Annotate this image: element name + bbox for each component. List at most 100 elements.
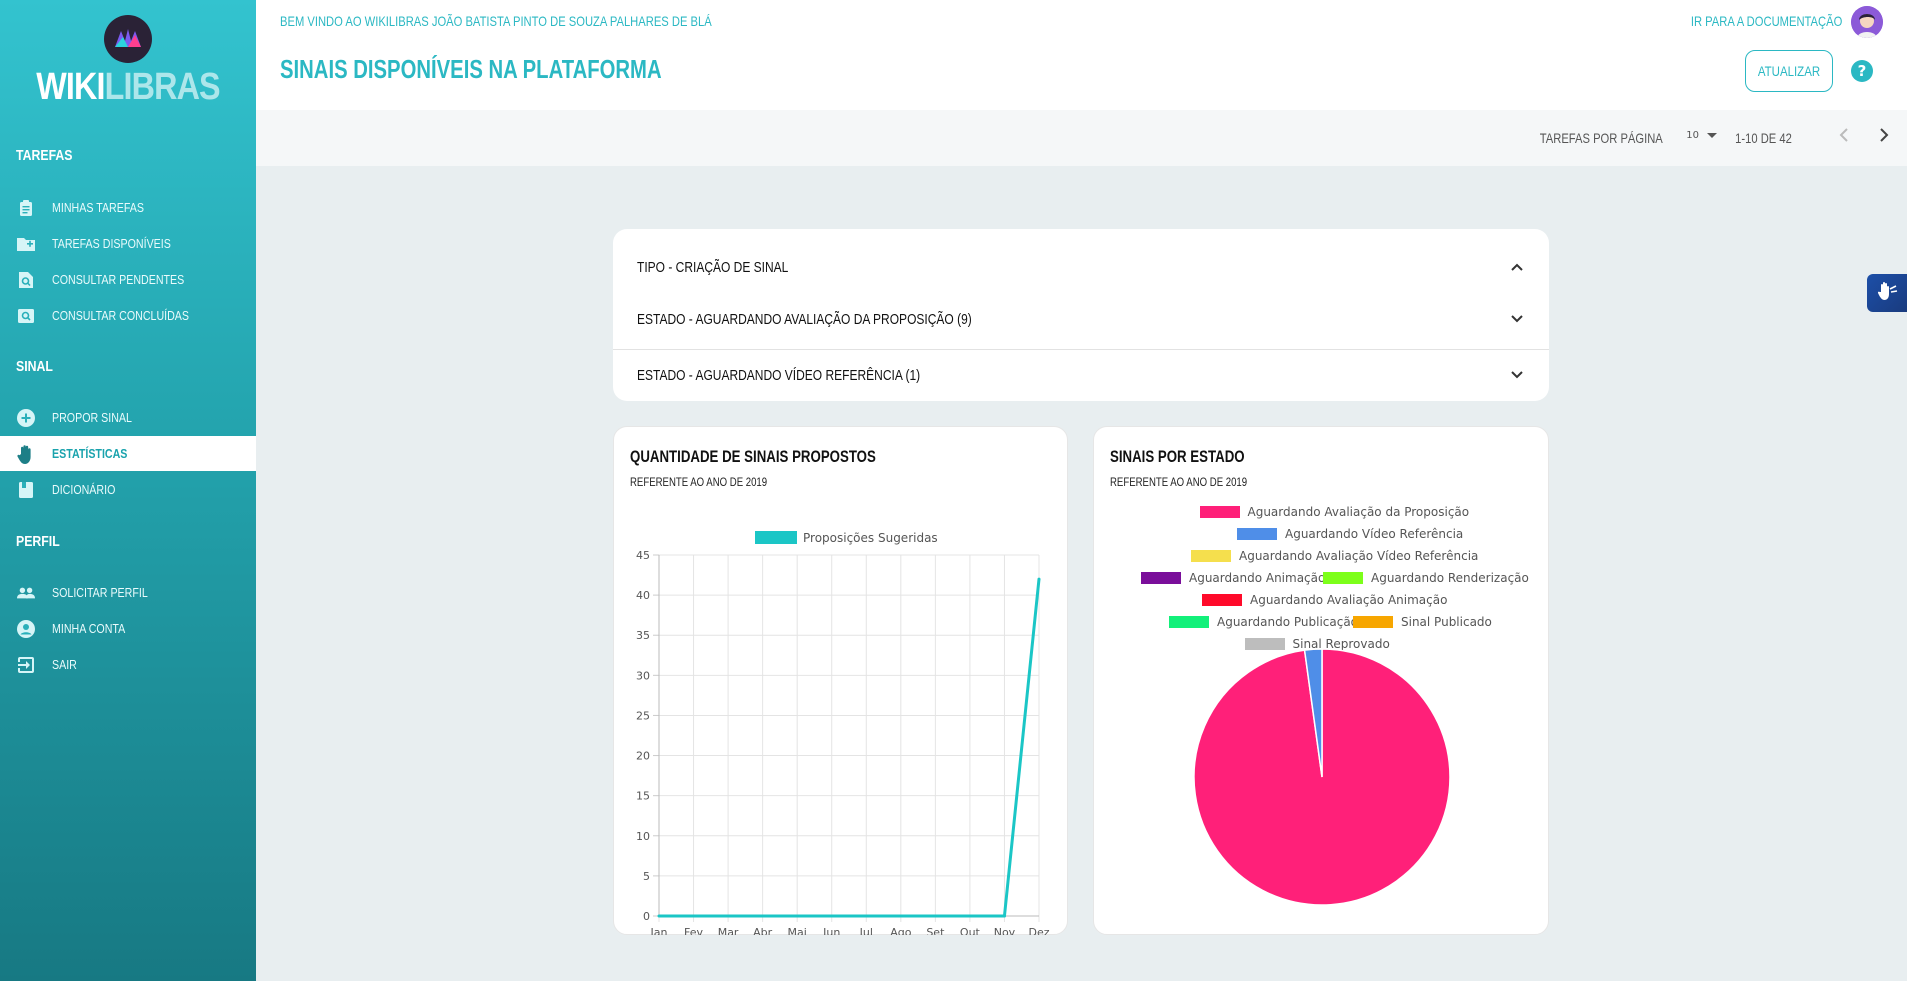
- legend-swatch: [1323, 572, 1363, 584]
- y-tick-label: 35: [636, 629, 650, 642]
- legend-swatch: [1141, 572, 1181, 584]
- sidebar-item-sair[interactable]: Sair: [0, 647, 256, 682]
- sidebar-item-estatisticas[interactable]: Estatísticas: [0, 436, 256, 471]
- legend-item[interactable]: Sinal Publicado: [1353, 615, 1492, 629]
- data-point[interactable]: [830, 914, 834, 918]
- data-point[interactable]: [761, 914, 765, 918]
- y-tick-label: 10: [636, 830, 650, 843]
- book-icon: [17, 481, 35, 499]
- x-tick-label: Nov: [994, 926, 1016, 935]
- x-tick-label: Fev: [684, 926, 703, 935]
- accordion-header-type[interactable]: Tipo - Criação de Sinal: [613, 247, 1549, 287]
- data-point[interactable]: [726, 914, 730, 918]
- search-document-icon: [17, 271, 35, 289]
- legend-swatch[interactable]: [755, 531, 797, 544]
- x-tick-label: Out: [960, 926, 981, 935]
- legend-label: Aguardando Vídeo Referência: [1285, 527, 1464, 541]
- legend-label: Aguardando Avaliação Animação: [1250, 593, 1448, 607]
- x-tick-label: Set: [926, 926, 945, 935]
- items-per-page-label: Tarefas por página: [1539, 130, 1663, 146]
- caret-down-icon: [1707, 133, 1717, 138]
- welcome-message: Bem vindo ao WikiLibras João Batista Pin…: [280, 13, 712, 29]
- items-per-page-select[interactable]: 10: [1686, 130, 1717, 141]
- chart-title: Quantidade de sinais propostos: [630, 447, 876, 466]
- sidebar-item-minhas-tarefas[interactable]: Minhas Tarefas: [0, 190, 256, 225]
- legend-label: Sinal Publicado: [1401, 615, 1492, 629]
- sidebar-section-sinal: Sinal: [16, 358, 53, 375]
- accordion-row-state[interactable]: Estado - Aguardando Vídeo Referência (1): [613, 350, 1549, 400]
- accordion-row-label: Estado - Aguardando Vídeo Referência (1): [637, 366, 921, 384]
- data-point[interactable]: [795, 914, 799, 918]
- account-circle-icon: [17, 619, 35, 638]
- folder-add-icon: [17, 235, 35, 253]
- sidebar-item-solicitar-perfil[interactable]: Solicitar Perfil: [0, 575, 256, 610]
- x-tick-label: Abr: [753, 926, 773, 935]
- sidebar-item-consultar-concluidas[interactable]: Consultar Concluídas: [0, 298, 256, 333]
- sidebar-item-tarefas-disponiveis[interactable]: Tarefas Disponíveis: [0, 226, 256, 261]
- refresh-button[interactable]: Atualizar: [1745, 50, 1833, 92]
- data-point[interactable]: [899, 914, 903, 918]
- sidebar-item-label: Consultar Concluídas: [52, 308, 190, 323]
- sidebar-item-minha-conta[interactable]: Minha Conta: [0, 611, 256, 646]
- legend-swatch: [1169, 616, 1209, 628]
- legend-item[interactable]: Aguardando Avaliação Animação: [1202, 593, 1447, 607]
- chart-subtitle: Referente ao ano de 2019: [1110, 475, 1248, 489]
- data-point[interactable]: [864, 914, 868, 918]
- x-tick-label: Jan: [650, 926, 668, 935]
- legend-label: Aguardando Avaliação Vídeo Referência: [1239, 549, 1479, 563]
- y-tick-label: 0: [643, 910, 650, 923]
- legend-swatch: [1353, 616, 1393, 628]
- accordion-row-label: Estado - Aguardando Avaliação da Proposi…: [637, 310, 972, 328]
- chevron-right-icon[interactable]: [1879, 126, 1889, 147]
- data-point[interactable]: [692, 914, 696, 918]
- logo-wordmark: WIKILIBRAS: [19, 66, 237, 109]
- legend-label: Aguardando Avaliação da Proposição: [1247, 505, 1470, 519]
- logo-icon[interactable]: [104, 15, 152, 63]
- sidebar-item-propor-sinal[interactable]: Propor Sinal: [0, 400, 256, 435]
- chevron-down-icon: [1509, 311, 1525, 327]
- legend-swatch: [1191, 550, 1231, 562]
- legend-item[interactable]: Aguardando Publicação: [1169, 615, 1358, 629]
- documentation-link[interactable]: Ir para a documentação: [1691, 13, 1842, 29]
- logo-accent-text: LIBRAS: [104, 66, 221, 108]
- legend-label: Proposições Sugeridas: [803, 531, 938, 545]
- legend-item[interactable]: Aguardando Vídeo Referência: [1237, 527, 1463, 541]
- chart-subtitle: Referente ao ano de 2019: [630, 475, 768, 489]
- legend-item[interactable]: Aguardando Animação: [1141, 571, 1325, 585]
- accordion-row-state[interactable]: Estado - Aguardando Avaliação da Proposi…: [613, 289, 1549, 349]
- task-type-accordion: Tipo - Criação de Sinal Estado - Aguarda…: [613, 229, 1549, 401]
- sidebar-item-label: Consultar Pendentes: [52, 272, 185, 287]
- legend-label: Aguardando Publicação: [1217, 615, 1359, 629]
- sidebar-item-label: Sair: [52, 657, 77, 672]
- data-point[interactable]: [968, 914, 972, 918]
- x-tick-label: Dez: [1028, 926, 1049, 935]
- data-point[interactable]: [933, 914, 937, 918]
- sidebar: WIKILIBRAS Tarefas Minhas Tarefas Tarefa…: [0, 0, 256, 981]
- avatar[interactable]: [1851, 6, 1883, 38]
- data-point[interactable]: [657, 914, 661, 918]
- people-icon: [17, 584, 35, 602]
- y-tick-label: 45: [636, 549, 650, 562]
- sidebar-item-label: Tarefas Disponíveis: [52, 236, 171, 251]
- line-chart-card: Quantidade de sinais propostos Referente…: [613, 426, 1068, 935]
- legend-item[interactable]: Aguardando Renderização: [1323, 571, 1529, 585]
- legend-swatch: [1202, 594, 1242, 606]
- legend-item[interactable]: Aguardando Avaliação Vídeo Referência: [1191, 549, 1478, 563]
- sidebar-section-tarefas: Tarefas: [16, 147, 73, 164]
- data-point[interactable]: [1037, 577, 1041, 581]
- sidebar-item-dicionario[interactable]: Dicionário: [0, 472, 256, 507]
- sidebar-item-label: Dicionário: [52, 482, 116, 497]
- accessibility-widget-button[interactable]: [1867, 274, 1907, 312]
- legend-label: Aguardando Renderização: [1371, 571, 1529, 585]
- sidebar-item-consultar-pendentes[interactable]: Consultar Pendentes: [0, 262, 256, 297]
- pagination-bar: Tarefas por página 10 1-10 de 42: [256, 110, 1907, 166]
- sign-language-icon: [1876, 280, 1898, 306]
- y-tick-label: 40: [636, 589, 650, 602]
- sidebar-section-perfil: Perfil: [16, 533, 60, 550]
- y-tick-label: 25: [636, 709, 650, 722]
- legend-swatch: [1199, 506, 1240, 518]
- data-point[interactable]: [1002, 914, 1006, 918]
- chevron-left-icon[interactable]: [1839, 126, 1849, 147]
- help-icon[interactable]: ?: [1851, 60, 1873, 82]
- legend-item[interactable]: Aguardando Avaliação da Proposição: [1199, 505, 1470, 519]
